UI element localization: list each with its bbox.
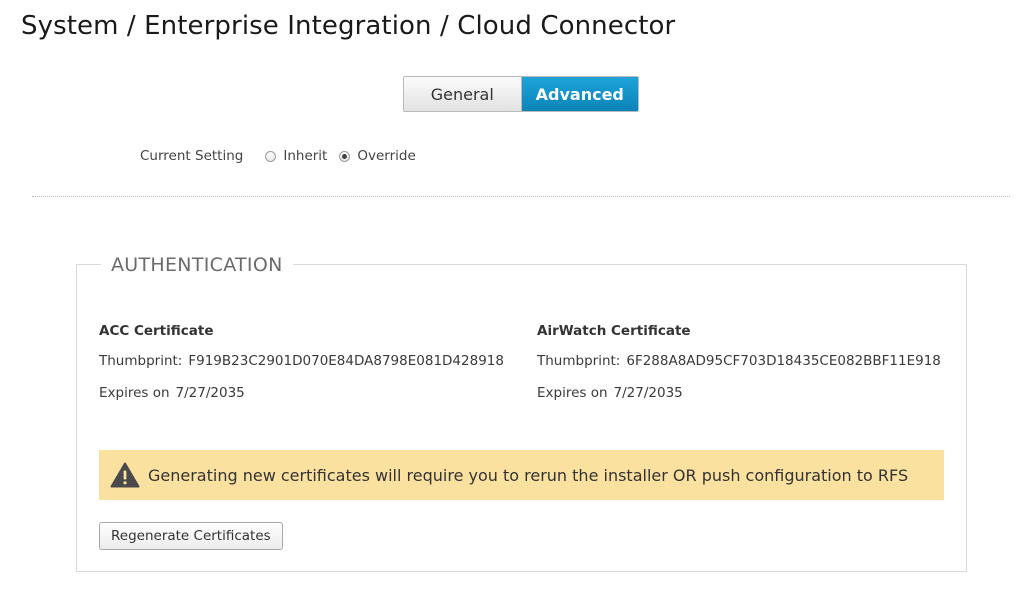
override-radio[interactable]: [339, 150, 351, 162]
acc-expires-label: Expires on: [99, 385, 170, 401]
override-option[interactable]: Override: [339, 148, 416, 164]
acc-expires-value: 7/27/2035: [175, 385, 245, 401]
acc-certificate-title: ACC Certificate: [99, 323, 214, 339]
inherit-radio[interactable]: [265, 150, 277, 162]
airwatch-thumbprint-row: Thumbprint: 6F288A8AD95CF703D18435CE082BB…: [537, 353, 941, 369]
airwatch-thumbprint-value: 6F288A8AD95CF703D18435CE082BBF11E918: [626, 353, 941, 369]
acc-thumbprint-value: F919B23C2901D070E84DA8798E081D428918: [188, 353, 504, 369]
current-setting-row: Current Setting Inherit Override: [140, 148, 428, 164]
inherit-option[interactable]: Inherit: [265, 148, 327, 164]
acc-thumbprint-label: Thumbprint:: [99, 353, 183, 369]
current-setting-label: Current Setting: [140, 148, 244, 164]
airwatch-thumbprint-label: Thumbprint:: [537, 353, 621, 369]
acc-thumbprint-row: Thumbprint: F919B23C2901D070E84DA8798E081…: [99, 353, 504, 369]
section-divider: [32, 196, 1010, 197]
settings-tabs: General Advanced: [403, 76, 639, 112]
tab-general[interactable]: General: [404, 77, 522, 111]
airwatch-expires-label: Expires on: [537, 385, 608, 401]
airwatch-certificate-title: AirWatch Certificate: [537, 323, 691, 339]
authentication-legend: AUTHENTICATION: [101, 254, 293, 276]
warning-text: Generating new certificates will require…: [148, 465, 909, 485]
tab-advanced[interactable]: Advanced: [521, 77, 638, 111]
override-label: Override: [357, 148, 416, 164]
inherit-label: Inherit: [283, 148, 328, 164]
acc-expires-row: Expires on 7/27/2035: [99, 385, 504, 401]
authentication-section: AUTHENTICATION ACC Certificate Thumbprin…: [76, 254, 967, 572]
airwatch-certificate: AirWatch Certificate Thumbprint: 6F288A8A…: [537, 323, 941, 417]
acc-certificate: ACC Certificate Thumbprint: F919B23C2901D…: [99, 323, 504, 417]
airwatch-expires-value: 7/27/2035: [613, 385, 683, 401]
warning-banner: Generating new certificates will require…: [99, 450, 944, 500]
warning-triangle-icon: [110, 462, 140, 488]
page-title: System / Enterprise Integration / Cloud …: [21, 11, 676, 41]
airwatch-expires-row: Expires on 7/27/2035: [537, 385, 941, 401]
regenerate-certificates-button[interactable]: Regenerate Certificates: [99, 522, 283, 550]
